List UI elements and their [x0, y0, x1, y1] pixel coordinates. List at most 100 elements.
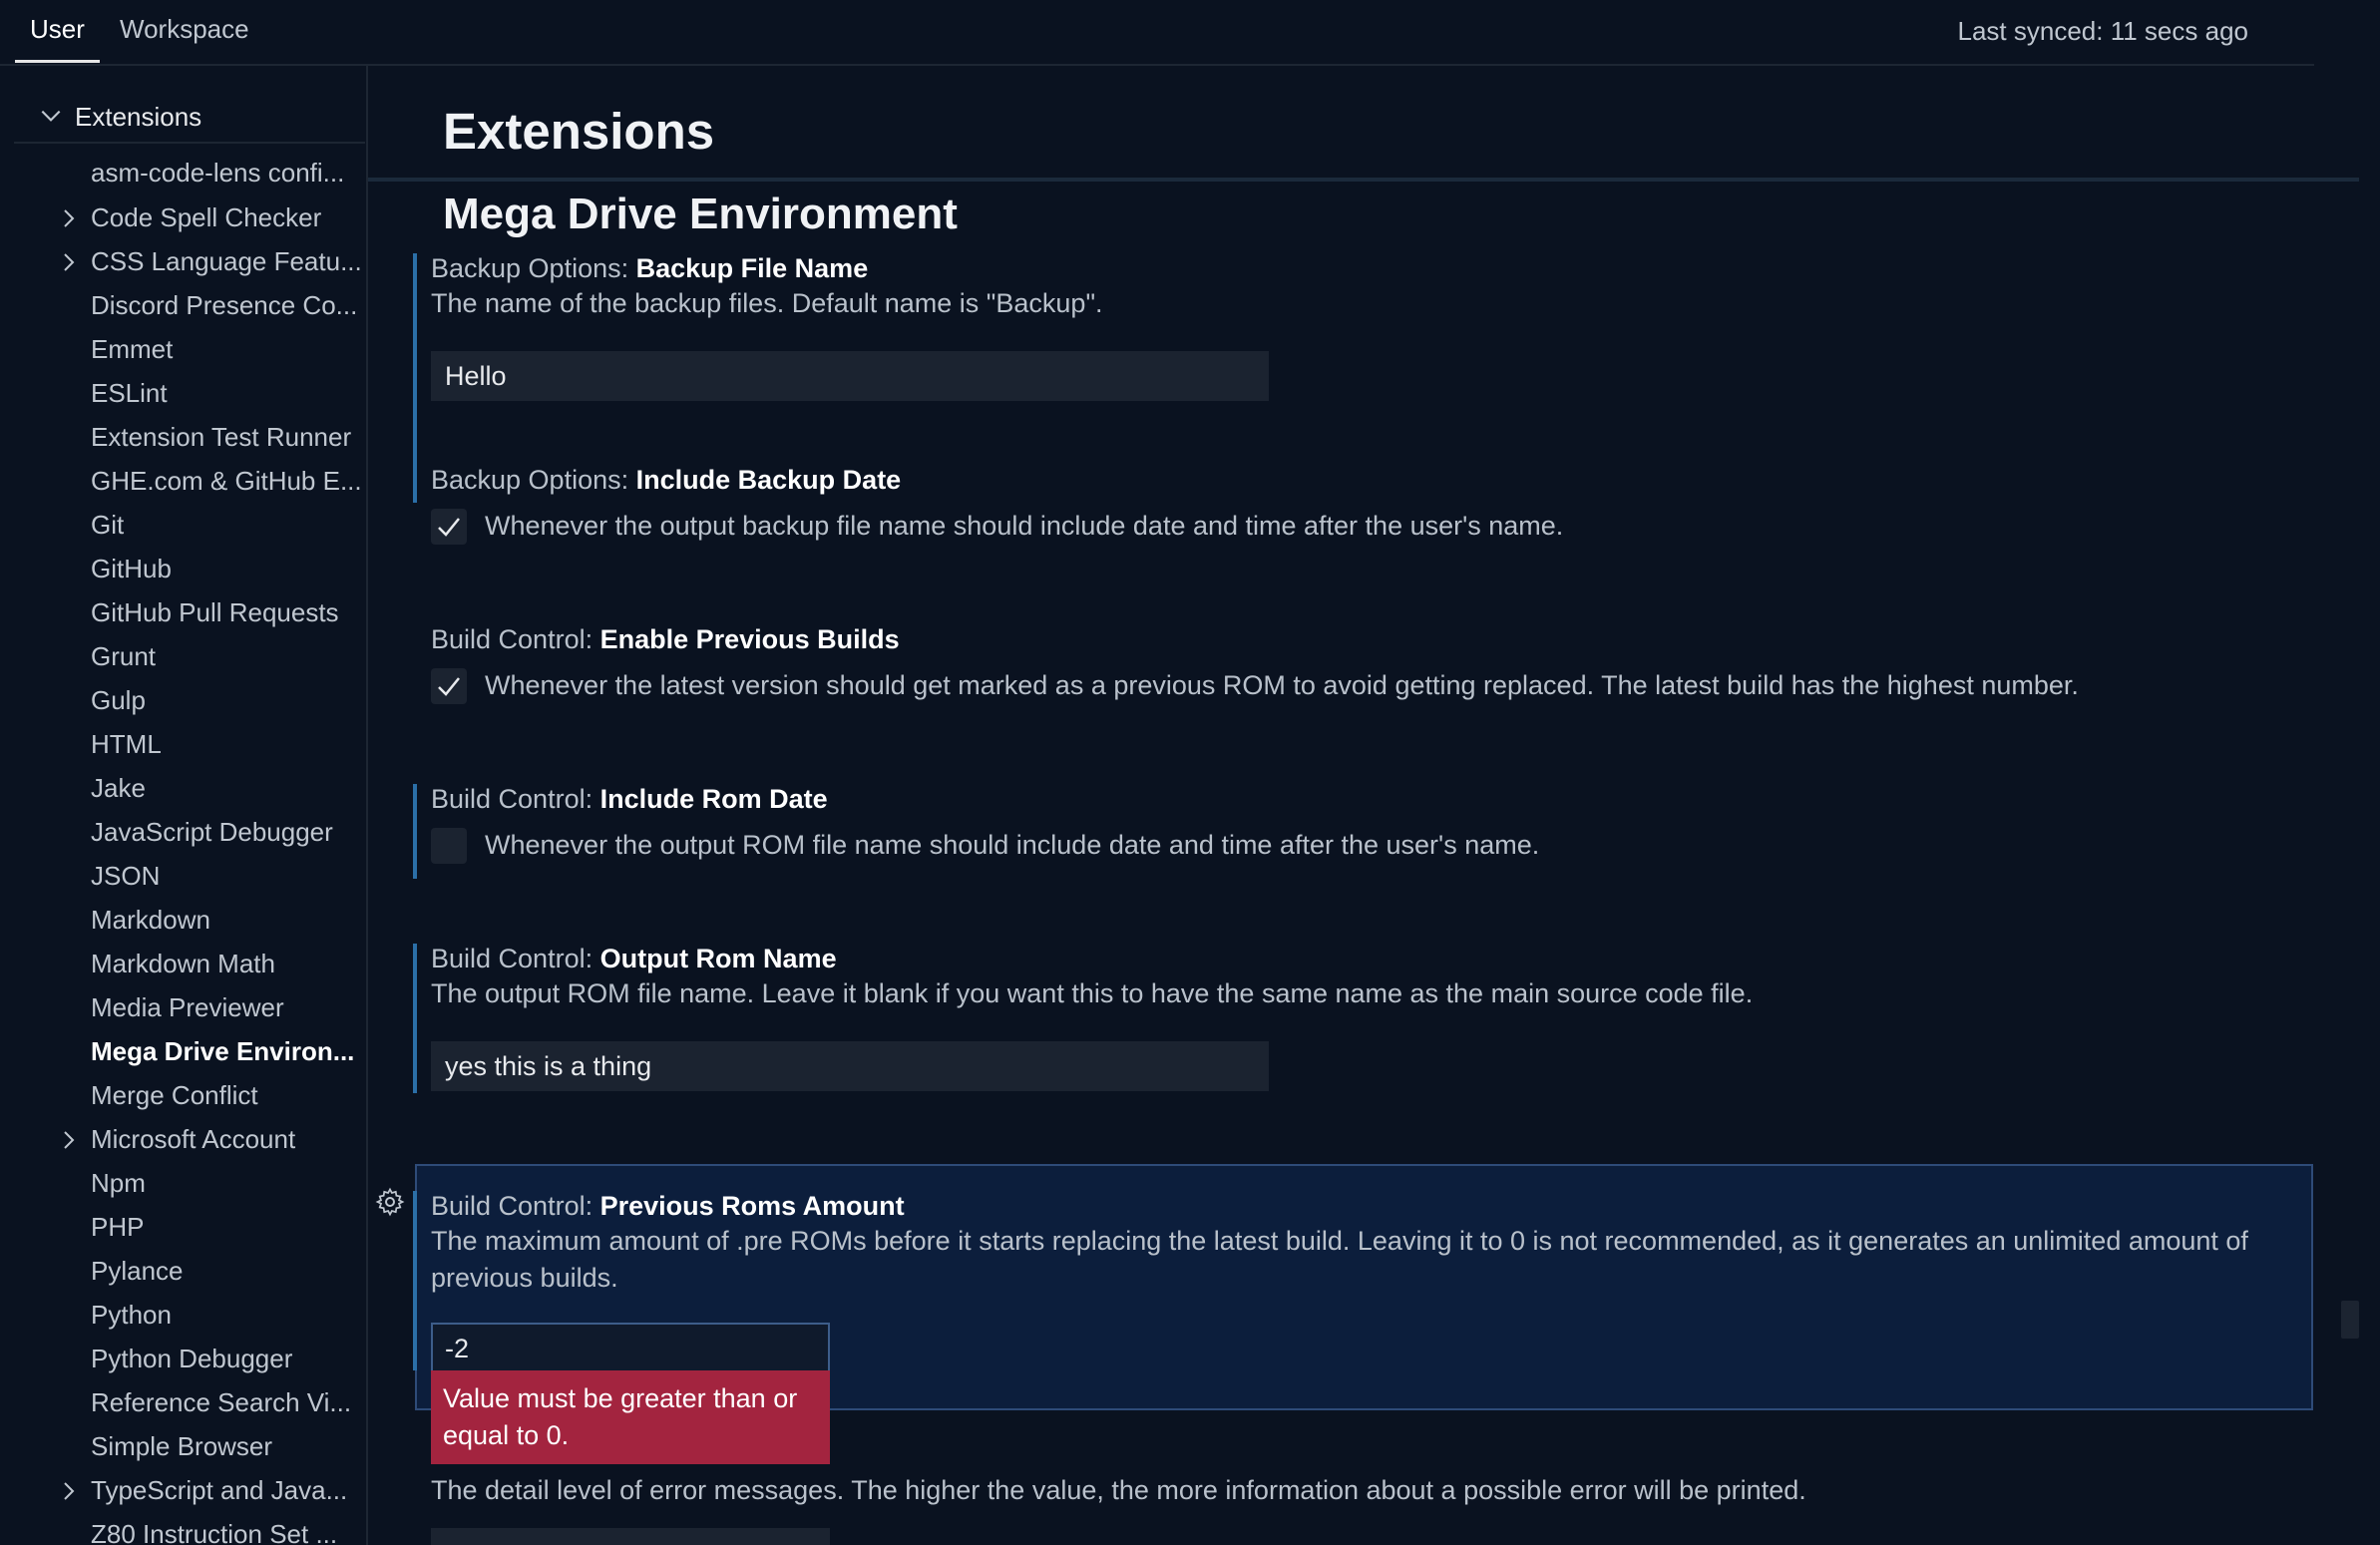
toc-item-label: HTML: [91, 729, 162, 759]
check-icon: [438, 518, 460, 537]
previous-roms-amount-input[interactable]: -2: [431, 1323, 830, 1372]
toc-item[interactable]: Npm: [0, 1162, 366, 1206]
include-rom-date-checkbox[interactable]: [431, 828, 467, 864]
toc-item[interactable]: Media Previewer: [0, 986, 366, 1030]
setting-output-rom-name: Build Control: Output Rom Name The outpu…: [413, 944, 2308, 1093]
chevron-right-icon: [64, 1131, 75, 1149]
toc-item[interactable]: Markdown Math: [0, 943, 366, 986]
setting-description: The detail level of error messages. The …: [431, 1475, 1806, 1505]
toc-item-label: Extension Test Runner: [91, 422, 352, 452]
toc-item-label: GitHub: [91, 554, 172, 583]
toc-item-label: Git: [91, 510, 125, 540]
setting-description: The maximum amount of .pre ROMs before i…: [431, 1226, 2248, 1293]
toc-item[interactable]: Markdown: [0, 899, 366, 943]
error-level-input[interactable]: [431, 1528, 830, 1545]
toc-item[interactable]: Python: [0, 1294, 366, 1338]
toc-item-label: TypeScript and Java...: [91, 1475, 348, 1505]
toc-item[interactable]: Python Debugger: [0, 1338, 366, 1381]
backup-file-name-input[interactable]: Hello: [431, 351, 1269, 401]
check-icon: [438, 677, 460, 696]
toc-item-label: Jake: [91, 773, 146, 803]
toc-item[interactable]: GitHub Pull Requests: [0, 591, 366, 635]
toc-item-label: Markdown: [91, 905, 210, 935]
setting-description: Whenever the output ROM file name should…: [485, 830, 1540, 860]
toc-item[interactable]: Pylance: [0, 1250, 366, 1294]
modified-indicator: [413, 944, 417, 1093]
toc-item[interactable]: Z80 Instruction Set ...: [0, 1513, 366, 1545]
setting-description: Whenever the output backup file name sho…: [485, 511, 1564, 541]
toc-item[interactable]: JavaScript Debugger: [0, 811, 366, 855]
setting-description: The name of the backup files. Default na…: [431, 288, 1103, 318]
setting-title: Build Control: Output Rom Name: [431, 944, 837, 973]
toc-item-label: Pylance: [91, 1256, 184, 1286]
toc-item-label: asm-code-lens confi...: [91, 158, 345, 188]
toc-item-label: Gulp: [91, 685, 146, 715]
toc-item[interactable]: Gulp: [0, 679, 366, 723]
toc-item-label: GitHub Pull Requests: [91, 597, 339, 627]
toc-item[interactable]: Extension Test Runner: [0, 416, 366, 460]
toc-item-label: Simple Browser: [91, 1431, 273, 1461]
toc-item[interactable]: Emmet: [0, 328, 366, 372]
output-rom-name-input[interactable]: yes this is a thing: [431, 1041, 1269, 1091]
toc-item[interactable]: CSS Language Featu...: [0, 240, 366, 284]
toc-item-label: Discord Presence Co...: [91, 290, 358, 320]
settings-toc-sidebar: Extensions asm-code-lens confi... Code Sp…: [0, 64, 368, 1545]
sync-status: Last synced: 11 secs ago: [1957, 16, 2248, 46]
toc-item-label: Emmet: [91, 334, 174, 364]
toc-extensions-root[interactable]: Extensions: [14, 96, 365, 144]
toc-item[interactable]: Mega Drive Environ...: [0, 1030, 366, 1074]
chevron-down-icon: [41, 110, 61, 122]
toc-item[interactable]: Reference Search Vi...: [0, 1381, 366, 1425]
toc-item-label: JavaScript Debugger: [91, 817, 333, 847]
toc-item-label: Mega Drive Environ...: [91, 1036, 355, 1066]
setting-title: Backup Options: Backup File Name: [431, 253, 869, 283]
tab-user[interactable]: User: [15, 14, 100, 63]
setting-title: Build Control: Enable Previous Builds: [431, 624, 900, 654]
toc-item-label: Media Previewer: [91, 992, 284, 1022]
toc-item-label: JSON: [91, 861, 161, 891]
toc-item[interactable]: asm-code-lens confi...: [0, 152, 366, 195]
toc-item[interactable]: Grunt: [0, 635, 366, 679]
toc-item[interactable]: Simple Browser: [0, 1425, 366, 1469]
toc-item-label: Python Debugger: [91, 1344, 293, 1373]
toc-item[interactable]: Code Spell Checker: [0, 196, 366, 240]
toc-item[interactable]: Merge Conflict: [0, 1074, 366, 1118]
setting-error-level: The detail level of error messages. The …: [413, 1472, 2308, 1545]
toc-item[interactable]: Jake: [0, 767, 366, 811]
setting-enable-previous-builds: Build Control: Enable Previous Builds Wh…: [413, 624, 2308, 704]
toc-item[interactable]: PHP: [0, 1206, 366, 1250]
toc-item[interactable]: Microsoft Account: [0, 1118, 366, 1162]
toc-item-label: Grunt: [91, 641, 157, 671]
toc-item-label: Markdown Math: [91, 949, 275, 978]
setting-previous-roms-amount: Build Control: Previous Roms Amount The …: [413, 1191, 2288, 1464]
enable-previous-builds-checkbox[interactable]: [431, 668, 467, 704]
setting-description: Whenever the latest version should get m…: [485, 670, 2079, 700]
setting-include-backup-date: Backup Options: Include Backup Date When…: [413, 465, 2308, 545]
setting-title: Build Control: Include Rom Date: [431, 784, 828, 814]
editor-scrollbar-thumb[interactable]: [2341, 1301, 2359, 1339]
toc-item-label: Microsoft Account: [91, 1124, 296, 1154]
toc-root-label: Extensions: [75, 102, 202, 132]
toc-item[interactable]: Discord Presence Co...: [0, 284, 366, 328]
toc-item-label: Reference Search Vi...: [91, 1387, 352, 1417]
setting-title: Build Control: Previous Roms Amount: [431, 1191, 905, 1221]
settings-scope-tabs: User Workspace Last synced: 11 secs ago: [0, 0, 2314, 66]
toc-item-label: GHE.com & GitHub E...: [91, 466, 362, 496]
toc-item[interactable]: TypeScript and Java...: [0, 1469, 366, 1513]
toc-item-label: Merge Conflict: [91, 1080, 258, 1110]
tab-workspace[interactable]: Workspace: [120, 14, 249, 45]
include-backup-date-checkbox[interactable]: [431, 509, 467, 545]
toc-item[interactable]: HTML: [0, 723, 366, 767]
gear-icon[interactable]: [375, 1187, 405, 1217]
toc-item[interactable]: JSON: [0, 855, 366, 899]
setting-description: The output ROM file name. Leave it blank…: [431, 978, 1754, 1008]
section-title: Mega Drive Environment: [443, 190, 958, 238]
setting-title: Backup Options: Include Backup Date: [431, 465, 902, 495]
toc-item[interactable]: Git: [0, 504, 366, 548]
toc-item-label: ESLint: [91, 378, 168, 408]
title-divider: [368, 178, 2359, 182]
toc-item[interactable]: ESLint: [0, 372, 366, 416]
toc-item-label: PHP: [91, 1212, 145, 1242]
toc-item[interactable]: GHE.com & GitHub E...: [0, 460, 366, 504]
toc-item[interactable]: GitHub: [0, 548, 366, 591]
